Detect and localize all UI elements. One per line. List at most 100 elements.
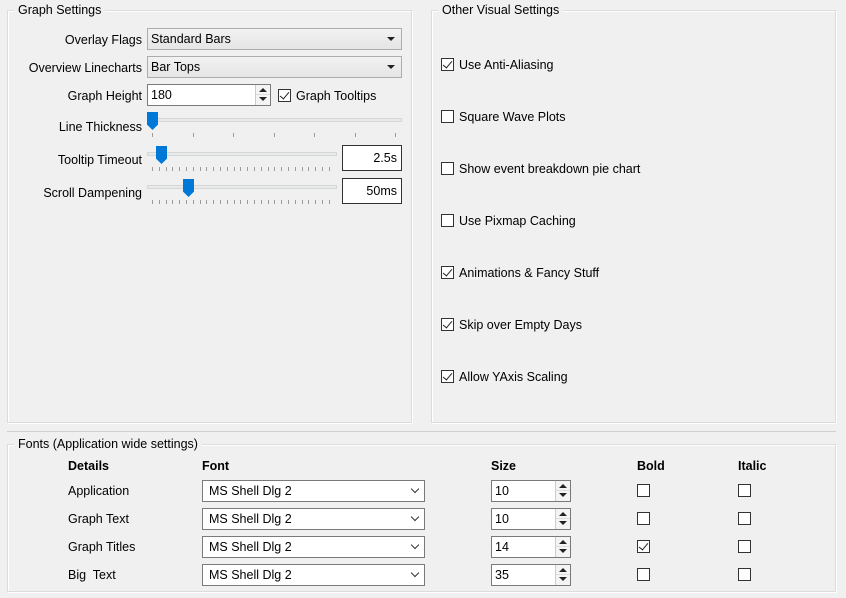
- chevron-down-icon: [410, 484, 420, 494]
- chevron-down-icon: [410, 568, 420, 578]
- header-bold: Bold: [637, 459, 665, 473]
- font-family-value: MS Shell Dlg 2: [209, 512, 292, 526]
- font-size-spinbox[interactable]: 35: [491, 564, 571, 586]
- graph-tooltips-checkbox[interactable]: [278, 89, 291, 102]
- font-size-spinbox[interactable]: 10: [491, 508, 571, 530]
- visual-option-label: Use Anti-Aliasing: [459, 58, 554, 72]
- font-size-spinbox[interactable]: 10: [491, 480, 571, 502]
- visual-option-checkbox[interactable]: [441, 266, 454, 279]
- spin-down-icon: [559, 521, 567, 525]
- font-size-value: 10: [495, 484, 509, 498]
- font-row-detail: Big Text: [68, 568, 116, 582]
- spin-up-icon: [559, 540, 567, 544]
- font-size-value: 10: [495, 512, 509, 526]
- slider-groove: [147, 185, 337, 189]
- font-family-value: MS Shell Dlg 2: [209, 484, 292, 498]
- italic-checkbox[interactable]: [738, 540, 751, 553]
- spin-up-icon: [559, 568, 567, 572]
- spin-up-icon: [559, 512, 567, 516]
- overview-linecharts-select[interactable]: Bar Tops: [147, 56, 402, 78]
- spin-down-icon: [559, 549, 567, 553]
- slider-ticks: [147, 167, 337, 171]
- spin-down-icon: [259, 97, 267, 101]
- line-thickness-slider[interactable]: [147, 112, 402, 137]
- dropdown-arrow-icon: [387, 65, 395, 69]
- graph-tooltips-label: Graph Tooltips: [296, 89, 377, 103]
- dropdown-arrow-icon: [387, 37, 395, 41]
- scroll-dampening-label: Scroll Dampening: [43, 186, 142, 200]
- visual-option-label: Skip over Empty Days: [459, 318, 582, 332]
- visual-option-checkbox[interactable]: [441, 162, 454, 175]
- font-family-value: MS Shell Dlg 2: [209, 568, 292, 582]
- font-size-value: 35: [495, 568, 509, 582]
- scroll-dampening-slider[interactable]: [147, 179, 337, 204]
- chevron-down-icon: [410, 512, 420, 522]
- font-size-value: 14: [495, 540, 509, 554]
- visual-option-checkbox[interactable]: [441, 58, 454, 71]
- tooltip-timeout-slider[interactable]: [147, 146, 337, 171]
- slider-ticks: [147, 200, 337, 204]
- slider-groove: [147, 118, 402, 122]
- visual-option-checkbox[interactable]: [441, 370, 454, 383]
- visual-option-label: Use Pixmap Caching: [459, 214, 576, 228]
- other-visual-settings-title: Other Visual Settings: [438, 3, 564, 18]
- divider: [7, 431, 836, 432]
- overlay-flags-select[interactable]: Standard Bars: [147, 28, 402, 50]
- bold-checkbox[interactable]: [637, 484, 650, 497]
- header-font: Font: [202, 459, 230, 473]
- visual-option-checkbox[interactable]: [441, 318, 454, 331]
- line-thickness-label: Line Thickness: [58, 120, 142, 134]
- visual-option-label: Animations & Fancy Stuff: [459, 266, 600, 280]
- font-family-select[interactable]: MS Shell Dlg 2: [202, 508, 425, 530]
- graph-settings-title: Graph Settings: [14, 3, 106, 18]
- bold-checkbox[interactable]: [637, 512, 650, 525]
- font-row-detail: Application: [68, 484, 130, 498]
- overview-linecharts-value: Bar Tops: [151, 60, 201, 74]
- tooltip-timeout-label: Tooltip Timeout: [57, 153, 142, 167]
- slider-groove: [147, 152, 337, 156]
- font-family-select[interactable]: MS Shell Dlg 2: [202, 564, 425, 586]
- overlay-flags-value: Standard Bars: [151, 32, 231, 46]
- visual-option-label: Square Wave Plots: [459, 110, 566, 124]
- slider-handle[interactable]: [156, 146, 167, 164]
- slider-ticks: [147, 133, 402, 137]
- header-size: Size: [491, 459, 517, 473]
- graph-height-value: 180: [151, 88, 172, 102]
- spin-down-icon: [559, 493, 567, 497]
- visual-option-label: Allow YAxis Scaling: [459, 370, 568, 384]
- slider-handle[interactable]: [183, 179, 194, 197]
- bold-checkbox[interactable]: [637, 540, 650, 553]
- overlay-flags-label: Overlay Flags: [64, 33, 142, 47]
- fonts-title: Fonts (Application wide settings): [14, 437, 202, 452]
- font-size-spinbox[interactable]: 14: [491, 536, 571, 558]
- spin-buttons[interactable]: [255, 85, 270, 105]
- spin-down-icon: [559, 577, 567, 581]
- overview-linecharts-label: Overview Linecharts: [28, 61, 142, 75]
- spin-buttons[interactable]: [555, 509, 570, 529]
- chevron-down-icon: [410, 540, 420, 550]
- font-row-detail: Graph Text: [68, 512, 129, 526]
- spin-up-icon: [259, 88, 267, 92]
- spin-up-icon: [559, 484, 567, 488]
- graph-height-label: Graph Height: [67, 89, 142, 103]
- tooltip-timeout-value[interactable]: 2.5s: [342, 145, 402, 171]
- spin-buttons[interactable]: [555, 565, 570, 585]
- font-family-value: MS Shell Dlg 2: [209, 540, 292, 554]
- font-family-select[interactable]: MS Shell Dlg 2: [202, 536, 425, 558]
- bold-checkbox[interactable]: [637, 568, 650, 581]
- font-family-select[interactable]: MS Shell Dlg 2: [202, 480, 425, 502]
- visual-option-checkbox[interactable]: [441, 214, 454, 227]
- spin-buttons[interactable]: [555, 481, 570, 501]
- italic-checkbox[interactable]: [738, 512, 751, 525]
- italic-checkbox[interactable]: [738, 568, 751, 581]
- scroll-dampening-value[interactable]: 50ms: [342, 178, 402, 204]
- graph-height-spinbox[interactable]: 180: [147, 84, 271, 106]
- slider-handle[interactable]: [147, 112, 158, 130]
- spin-buttons[interactable]: [555, 537, 570, 557]
- font-row-detail: Graph Titles: [68, 540, 136, 554]
- italic-checkbox[interactable]: [738, 484, 751, 497]
- visual-option-label: Show event breakdown pie chart: [459, 162, 641, 176]
- header-details: Details: [68, 459, 109, 473]
- visual-option-checkbox[interactable]: [441, 110, 454, 123]
- header-italic: Italic: [738, 459, 767, 473]
